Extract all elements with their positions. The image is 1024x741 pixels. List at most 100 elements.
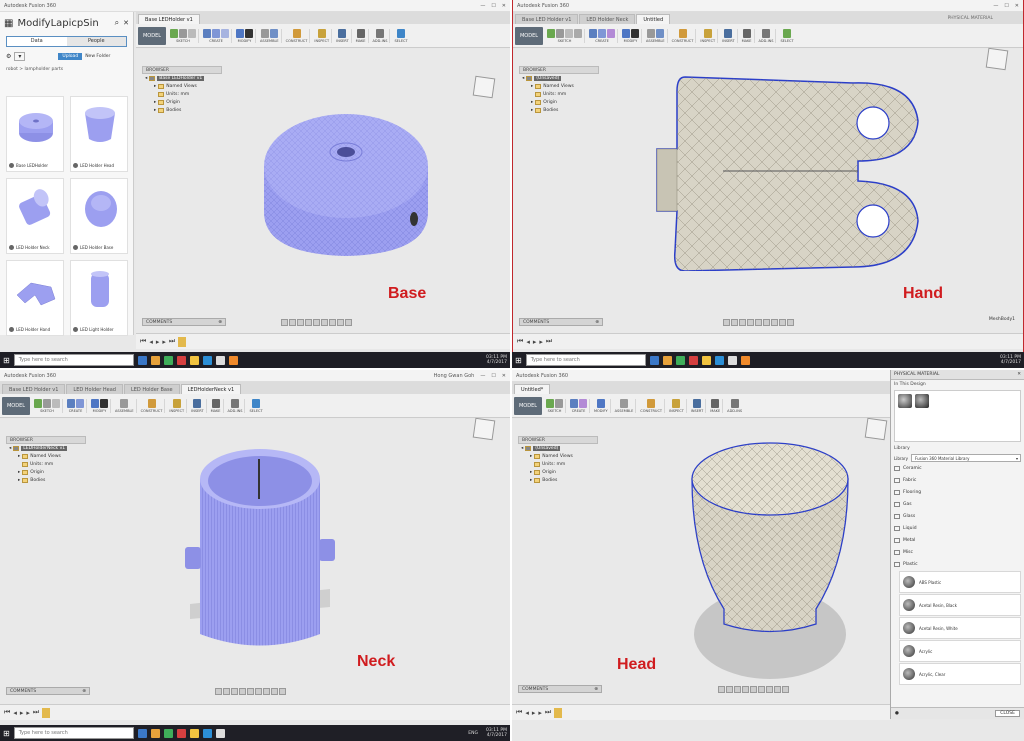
rewind-icon[interactable]: ⏮ — [516, 708, 522, 717]
material-item[interactable]: Acetal Resin, White — [899, 617, 1021, 639]
toolbar-assemble[interactable]: ASSEMBLE — [113, 398, 137, 413]
category-gas[interactable]: Gas — [891, 498, 1024, 510]
toolbar-select[interactable]: SELECT — [778, 28, 795, 43]
new-folder-button[interactable]: New Folder — [85, 54, 110, 59]
app-icon[interactable] — [215, 728, 225, 738]
browser-root[interactable]: ◂ Base LEDHolder v1 — [142, 74, 222, 82]
category-glass[interactable]: Glass — [891, 510, 1024, 522]
viewport[interactable]: BROWSER ◂ Base LEDHolder v1 ▸ Named Views … — [136, 49, 510, 336]
toolbar-construct[interactable]: CONSTRUCT — [139, 398, 166, 413]
app-icon[interactable] — [163, 355, 173, 365]
maximize-icon[interactable]: ☐ — [1004, 3, 1008, 9]
close-icon[interactable]: ✕ — [502, 373, 506, 379]
tab-document[interactable]: Base LED Holder v1 — [2, 384, 66, 394]
step-forward-icon[interactable]: ▸ — [538, 709, 542, 717]
material-swatch[interactable] — [915, 394, 929, 408]
info-icon[interactable]: ● — [895, 711, 899, 716]
toolbar-create[interactable]: CREATE — [201, 28, 232, 43]
browser-root[interactable]: ◂ (Unsaved) — [519, 74, 599, 82]
browser-item[interactable]: ▸ Origin — [519, 98, 599, 106]
toolbar-select[interactable]: SELECT — [392, 28, 409, 43]
category-liquid[interactable]: Liquid — [891, 522, 1024, 534]
language-indicator[interactable]: ENG — [468, 731, 478, 736]
fast-forward-icon[interactable]: ⏭ — [546, 337, 552, 346]
browser-header[interactable]: BROWSER — [519, 66, 599, 74]
toolbar-make[interactable]: MAKE — [740, 28, 755, 43]
material-panel-tab[interactable]: PHYSICAL MATERIAL — [948, 16, 993, 21]
comments-bar[interactable]: COMMENTS ⊕ — [518, 685, 602, 693]
taskbar-search[interactable]: Type here to search — [525, 354, 646, 366]
toolbar-construct[interactable]: CONSTRUCT — [638, 398, 666, 413]
app-icon[interactable] — [675, 355, 685, 365]
comments-bar[interactable]: COMMENTS ⊕ — [6, 687, 90, 695]
timeline[interactable]: ⏮ ◂ ▸ ▸ ⏭ — [513, 333, 1023, 349]
material-item[interactable]: ABS Plastic — [899, 571, 1021, 593]
toolbar-insert[interactable]: INSERT — [720, 28, 738, 43]
category-metal[interactable]: Metal — [891, 534, 1024, 546]
category-plastic[interactable]: Plastic — [891, 558, 1024, 570]
taskbar-clock[interactable]: 03:11 PM 4/7/2017 — [486, 355, 507, 365]
timeline-feature-icon[interactable] — [178, 336, 187, 347]
app-icon[interactable] — [137, 728, 147, 738]
toolbar-addins[interactable]: ADD-INS — [371, 28, 391, 43]
view-cube[interactable] — [985, 47, 1009, 71]
category-flooring[interactable]: Flooring — [891, 486, 1024, 498]
workspace-mode-button[interactable]: MODEL — [514, 396, 542, 415]
fast-forward-icon[interactable]: ⏭ — [33, 708, 39, 717]
browser-item[interactable]: ▸ Named Views — [519, 82, 599, 90]
tab-document[interactable]: Untitled — [636, 14, 671, 24]
file-tile[interactable]: Base LEDHolder — [6, 96, 64, 172]
upload-button[interactable]: Upload — [58, 53, 83, 60]
browser-item[interactable]: Units: mm — [6, 460, 86, 468]
play-icon[interactable]: ▸ — [20, 709, 24, 717]
file-tile[interactable]: LED Holder Neck — [6, 178, 64, 254]
toolbar-addins[interactable]: ADD-INS — [725, 398, 744, 413]
app-icon[interactable] — [176, 355, 186, 365]
tab-document[interactable]: LEDHolderNeck v1 — [180, 384, 242, 394]
app-icon[interactable] — [688, 355, 698, 365]
file-tile[interactable]: LED Light Holder — [70, 260, 128, 336]
toolbar-assemble[interactable]: ASSEMBLE — [644, 28, 668, 43]
category-fabric[interactable]: Fabric — [891, 474, 1024, 486]
app-icon[interactable] — [150, 355, 160, 365]
toolbar-make[interactable]: MAKE — [354, 28, 369, 43]
fast-forward-icon[interactable]: ⏭ — [169, 337, 175, 346]
toolbar-make[interactable]: MAKE — [209, 398, 224, 413]
app-icon[interactable] — [189, 355, 199, 365]
browser-header[interactable]: BROWSER — [6, 436, 86, 444]
windows-start-icon[interactable]: ⊞ — [3, 356, 10, 365]
toolbar-inspect[interactable]: INSPECT — [698, 28, 719, 43]
view-cube[interactable] — [472, 75, 496, 99]
app-icon[interactable] — [202, 355, 212, 365]
browser-item[interactable]: ▸ Bodies — [518, 476, 598, 484]
browser-root[interactable]: ◂ LEDHolderNeck v1 — [6, 444, 86, 452]
maximize-icon[interactable]: ☐ — [491, 3, 495, 9]
browser-header[interactable]: BROWSER — [518, 436, 598, 444]
toolbar-create[interactable]: CREATE — [65, 398, 87, 413]
toolbar-addins[interactable]: ADD-INS — [757, 28, 777, 43]
toolbar-construct[interactable]: CONSTRUCT — [284, 28, 311, 43]
category-ceramic[interactable]: Ceramic — [891, 462, 1024, 474]
viewport[interactable]: BROWSER ◂ LEDHolderNeck v1 ▸ Named Views U… — [0, 417, 510, 704]
toolbar-insert[interactable]: INSERT — [689, 398, 707, 413]
app-icon[interactable] — [163, 728, 173, 738]
windows-start-icon[interactable]: ⊞ — [515, 356, 522, 365]
library-select[interactable]: Fusion 360 Material Library ▾ — [911, 454, 1021, 462]
browser-item[interactable]: ▸ Named Views — [142, 82, 222, 90]
view-cube[interactable] — [472, 417, 496, 441]
search-icon[interactable]: ⌕ — [115, 18, 119, 28]
toolbar-sketch[interactable]: SKETCH — [32, 398, 63, 413]
tab-document[interactable]: Untitled* — [514, 384, 551, 394]
app-icon[interactable] — [714, 355, 724, 365]
material-item[interactable]: Acetal Resin, Black — [899, 594, 1021, 616]
app-icon[interactable] — [662, 355, 672, 365]
tab-document[interactable]: LED Holder Base — [123, 384, 180, 394]
app-icon[interactable] — [176, 728, 186, 738]
browser-item[interactable]: Units: mm — [518, 460, 598, 468]
browser-item[interactable]: ▸ Origin — [6, 468, 86, 476]
breadcrumb[interactable]: robot > lampholder parts — [0, 64, 133, 75]
browser-item[interactable]: ▸ Bodies — [519, 106, 599, 114]
step-back-icon[interactable]: ◂ — [526, 338, 530, 346]
toolbar-inspect[interactable]: INSPECT — [167, 398, 188, 413]
file-tile[interactable]: LED Holder Hand — [6, 260, 64, 336]
